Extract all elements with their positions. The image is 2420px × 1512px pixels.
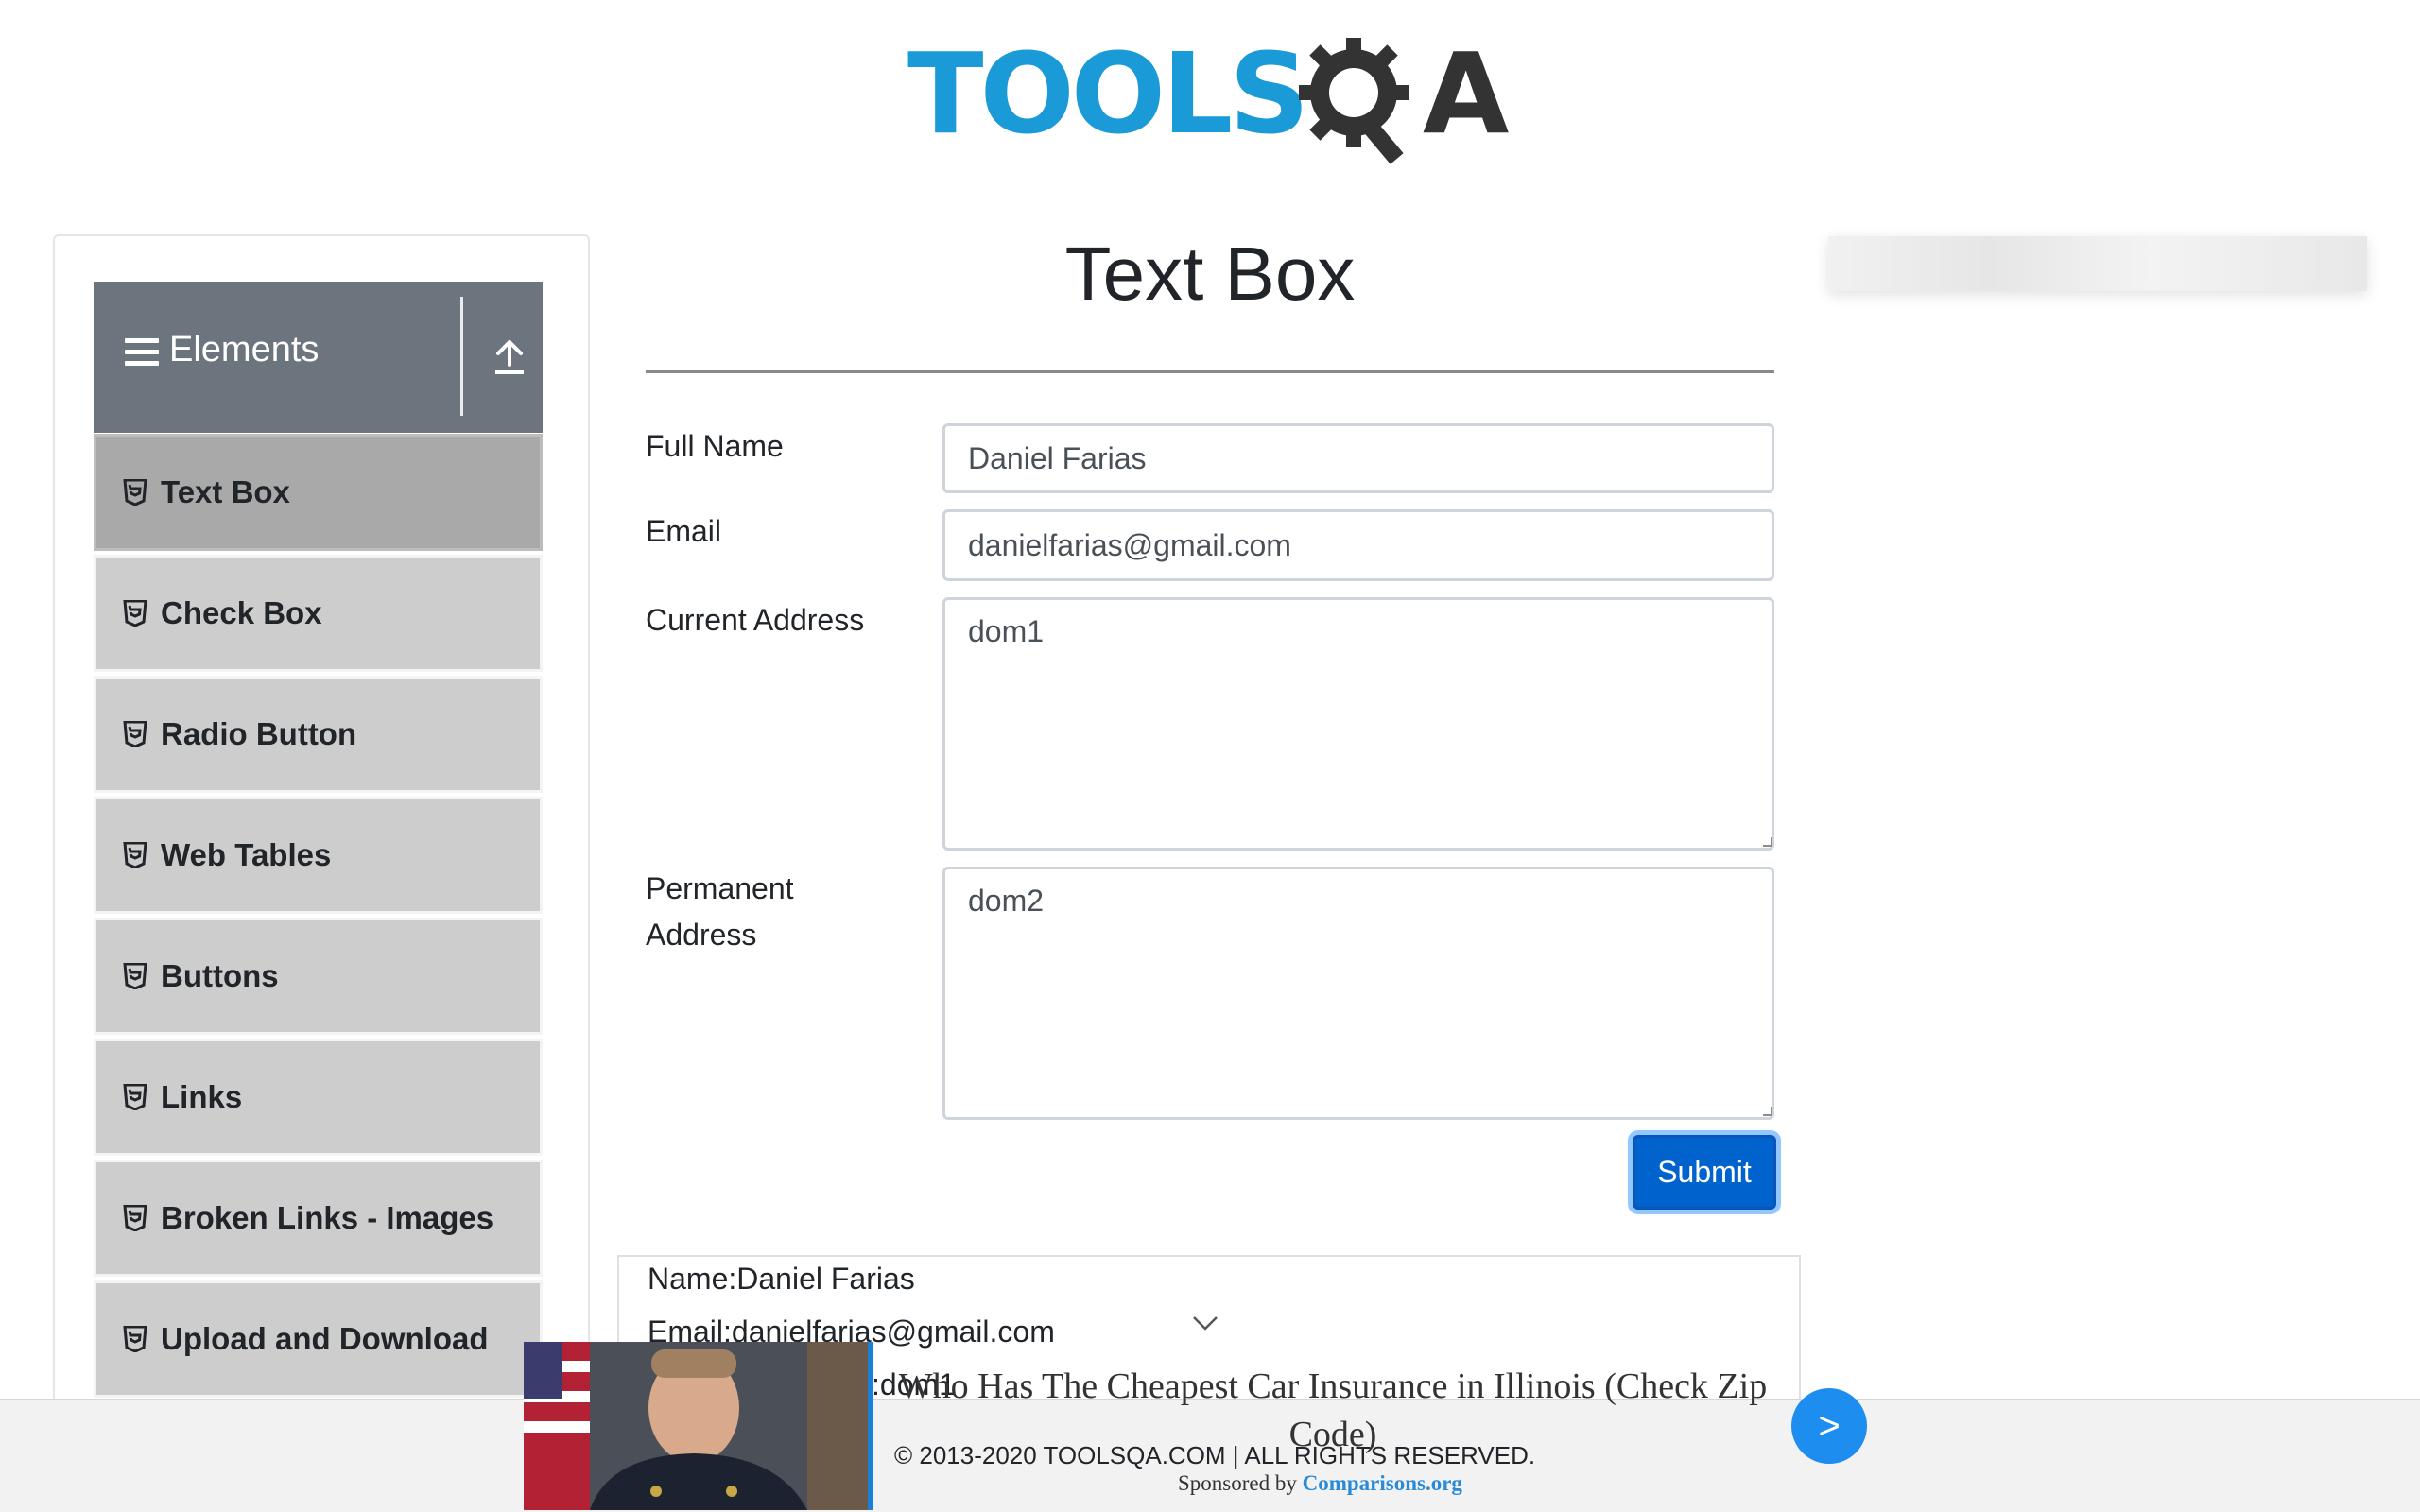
ad-sponsor-name: Comparisons.org xyxy=(1302,1471,1462,1495)
html5-icon xyxy=(123,479,147,506)
sidebar-item-links[interactable]: Links xyxy=(94,1039,543,1156)
group-title: Elements xyxy=(169,330,320,369)
sidebar-item-label: Upload and Download xyxy=(161,1321,489,1356)
ad-next-button[interactable]: > xyxy=(1791,1388,1867,1464)
email-input[interactable] xyxy=(942,509,1774,581)
title-divider xyxy=(646,370,1774,373)
sidebar-item-label: Text Box xyxy=(161,474,290,509)
page-title: Text Box xyxy=(1064,232,1356,316)
ad-headline[interactable]: Who Has The Cheapest Car Insurance in Il… xyxy=(898,1363,1768,1460)
full-name-label: Full Name xyxy=(646,429,784,463)
permanent-address-label-line2: Address xyxy=(646,918,757,952)
elements-group-header[interactable]: Elements xyxy=(94,282,543,433)
submit-button[interactable]: Submit xyxy=(1633,1135,1776,1210)
sidebar-item-label: Web Tables xyxy=(161,837,332,872)
html5-icon xyxy=(123,1326,147,1352)
toolsqa-logo[interactable]: TOOLS A xyxy=(908,28,1522,175)
ad-photo-illustration xyxy=(524,1342,868,1510)
sidebar-item-check-box[interactable]: Check Box xyxy=(94,555,543,672)
advertisement-right[interactable] xyxy=(1828,236,2367,291)
sidebar-item-label: Radio Button xyxy=(161,716,357,751)
permanent-address-label-line1: Permanent xyxy=(646,871,794,905)
sidebar-item-buttons[interactable]: Buttons xyxy=(94,918,543,1035)
hamburger-icon xyxy=(125,338,159,369)
ad-sponsor-line[interactable]: Sponsored by Comparisons.org xyxy=(1178,1471,1462,1496)
ad-image[interactable] xyxy=(524,1342,873,1510)
html5-icon xyxy=(123,1084,147,1110)
permanent-address-textarea[interactable]: dom2 xyxy=(942,867,1774,1120)
sidebar-item-radio-button[interactable]: Radio Button xyxy=(94,676,543,793)
sidebar-item-label: Links xyxy=(161,1079,243,1114)
sidebar-item-upload-and-download[interactable]: Upload and Download xyxy=(94,1280,543,1398)
resize-handle[interactable] xyxy=(1763,1107,1772,1116)
email-label: Email xyxy=(646,514,722,548)
html5-icon xyxy=(123,600,147,627)
current-address-textarea[interactable]: dom1 xyxy=(942,597,1774,850)
gear-magnifier-icon xyxy=(1299,38,1409,164)
sidebar-item-web-tables[interactable]: Web Tables xyxy=(94,797,543,914)
html5-icon xyxy=(123,842,147,868)
header-divider xyxy=(460,297,463,416)
sidebar-item-label: Buttons xyxy=(161,958,279,993)
collapse-arrow-up-icon[interactable] xyxy=(491,336,528,378)
logo-text-a: A xyxy=(1423,28,1510,159)
logo-text-tools: TOOLS xyxy=(908,28,1309,159)
permanent-address-label: Permanent Address xyxy=(646,866,794,958)
html5-icon xyxy=(123,1205,147,1231)
sidebar-item-broken-links-images[interactable]: Broken Links - Images xyxy=(94,1160,543,1277)
html5-icon xyxy=(123,963,147,989)
resize-handle[interactable] xyxy=(1763,837,1772,847)
sidebar-item-text-box[interactable]: Text Box xyxy=(94,434,543,551)
sidebar-item-label: Check Box xyxy=(161,595,322,630)
html5-icon xyxy=(123,721,147,747)
ad-sponsored-by: Sponsored by xyxy=(1178,1471,1297,1495)
sidebar-item-label: Broken Links - Images xyxy=(161,1200,494,1235)
full-name-input[interactable] xyxy=(942,423,1774,493)
current-address-label: Current Address xyxy=(646,603,865,637)
output-name: Name:Daniel Farias xyxy=(648,1262,915,1296)
chevron-down-icon[interactable] xyxy=(1192,1315,1219,1331)
